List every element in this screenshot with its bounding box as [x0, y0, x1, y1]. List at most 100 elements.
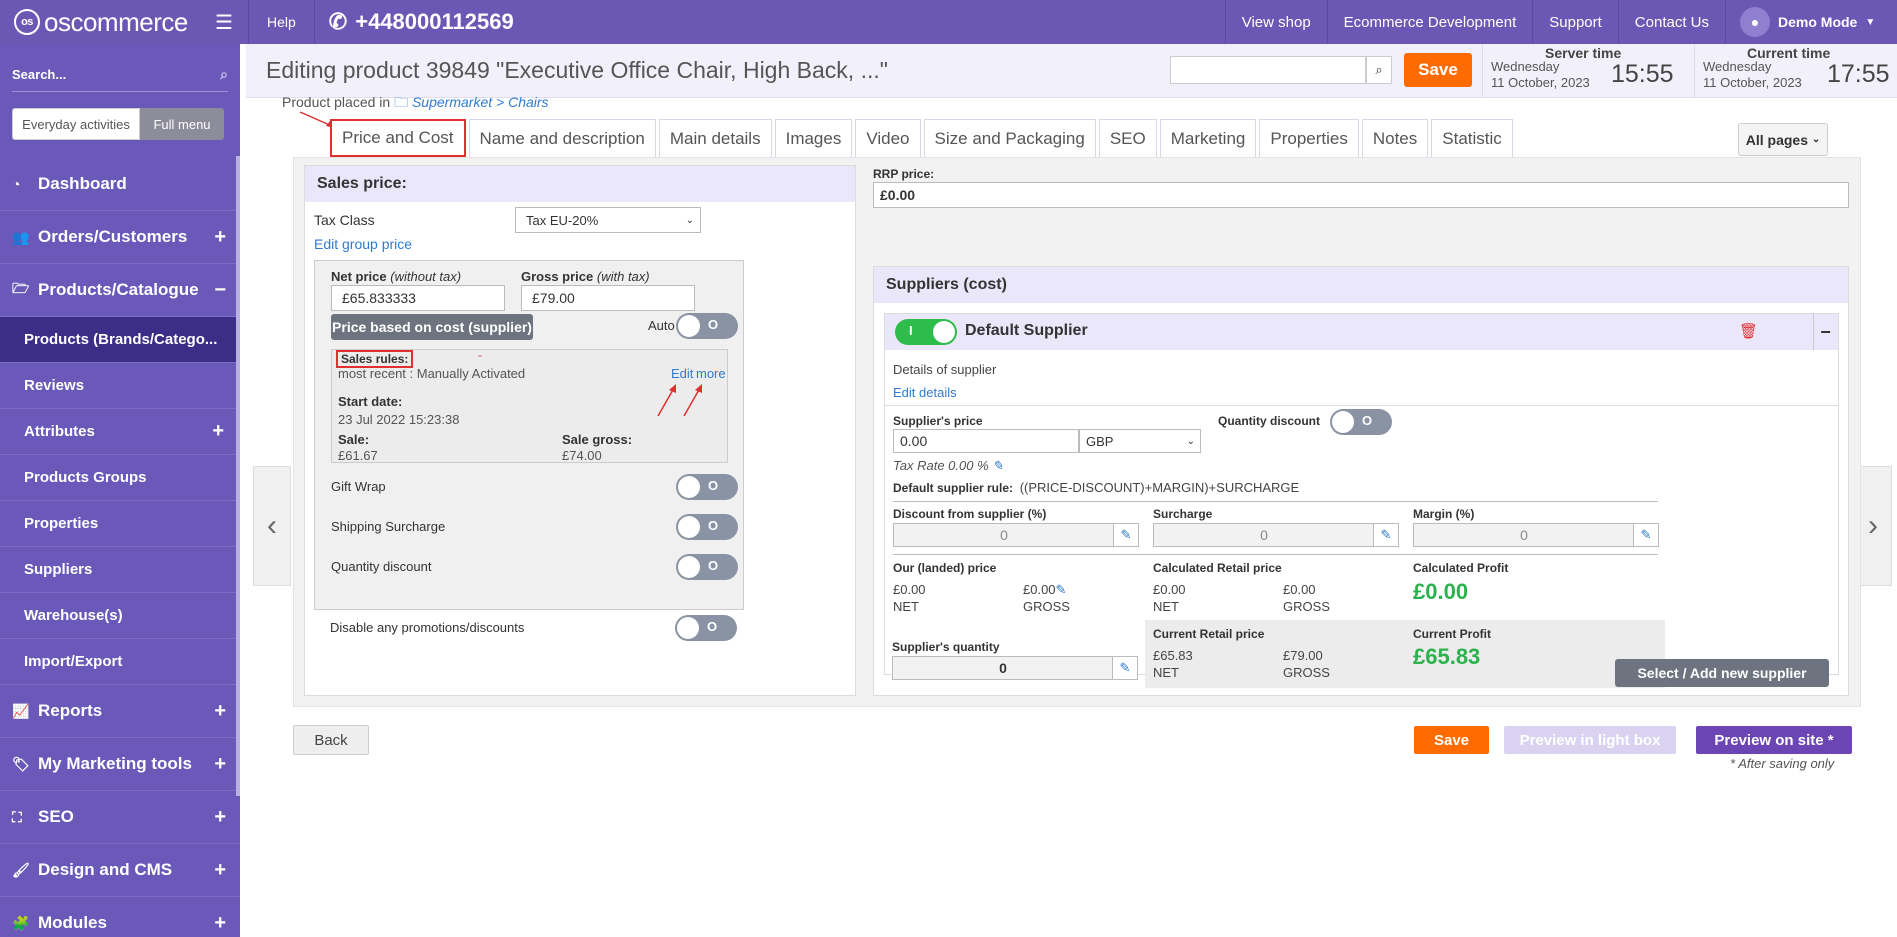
tab-size-and-packaging[interactable]: Size and Packaging	[923, 119, 1096, 157]
tab-marketing[interactable]: Marketing	[1159, 119, 1257, 157]
preview-lightbox-button[interactable]: Preview in light box	[1504, 726, 1676, 754]
supplier-active-toggle[interactable]: I	[895, 319, 957, 345]
toggle-knob	[678, 315, 700, 337]
current-profit-label: Current Profit	[1413, 627, 1491, 641]
edit-group-price-link[interactable]: Edit group price	[314, 236, 412, 252]
search-input[interactable]: Search...	[12, 67, 66, 82]
supplier-quantity-input[interactable]: 0	[892, 656, 1114, 680]
all-pages-dropdown[interactable]: All pages ⌄	[1738, 123, 1828, 156]
sidebar-scrollbar[interactable]	[236, 156, 240, 796]
sidebar-item-seo[interactable]: ⛶ SEO +	[0, 791, 240, 844]
pencil-icon[interactable]: ✎	[1113, 523, 1139, 547]
toggle-text: I	[909, 323, 913, 338]
sales-rules-recent: most recent : Manually Activated	[338, 366, 526, 381]
sidebar-item-dashboard[interactable]: ◔ Dashboard	[0, 158, 240, 211]
sidebar-item-products[interactable]: 🗁 Products/Catalogue −	[0, 264, 240, 317]
tab-name-and-description[interactable]: Name and description	[468, 119, 656, 157]
edit-details-link[interactable]: Edit details	[893, 385, 957, 400]
pencil-icon[interactable]: ✎	[1112, 656, 1138, 680]
select-add-supplier-button[interactable]: Select / Add new supplier	[1615, 659, 1829, 687]
search-icon[interactable]: ⌕	[1366, 56, 1392, 84]
pencil-icon[interactable]: ✎	[1056, 582, 1067, 597]
ecommerce-development-link[interactable]: Ecommerce Development	[1326, 0, 1533, 44]
auto-toggle[interactable]: O	[676, 313, 738, 339]
tab-statistic[interactable]: Statistic	[1431, 119, 1513, 157]
sidebar-subitem-products-brands[interactable]: Products (Brands/Catego...	[0, 317, 240, 363]
rrp-price-input[interactable]: £0.00	[873, 182, 1849, 208]
view-shop-link[interactable]: View shop	[1224, 0, 1327, 44]
tab-price-and-cost[interactable]: Price and Cost	[330, 119, 466, 157]
gift-wrap-toggle[interactable]: O	[676, 474, 738, 500]
tab-images[interactable]: Images	[774, 119, 853, 157]
pencil-icon[interactable]: ✎	[1633, 523, 1659, 547]
trash-icon[interactable]: 🗑	[1739, 322, 1758, 340]
preview-site-button[interactable]: Preview on site *	[1696, 726, 1852, 754]
sidebar-subitem-suppliers[interactable]: Suppliers	[0, 547, 240, 593]
shipping-surcharge-toggle[interactable]: O	[676, 514, 738, 540]
currency-select[interactable]: GBP ⌄	[1079, 429, 1201, 453]
breadcrumb-supermarket-link[interactable]: Supermarket	[412, 94, 492, 110]
price-based-on-cost-button[interactable]: Price based on cost (supplier)	[331, 314, 533, 340]
quantity-discount-toggle[interactable]: O	[676, 554, 738, 580]
gross-price-input[interactable]: £79.00	[521, 285, 695, 311]
logo[interactable]: os oscommerce	[0, 0, 200, 44]
current-time: 17:55	[1827, 60, 1890, 88]
quantity-discount-label: Quantity discount	[331, 559, 432, 574]
breadcrumb-chairs-link[interactable]: Chairs	[508, 94, 548, 110]
sidebar-search[interactable]: Search... ⌕	[12, 58, 228, 92]
supplier-quantity-discount-toggle[interactable]: O	[1330, 409, 1392, 435]
support-link[interactable]: Support	[1532, 0, 1618, 44]
supplier-name: Default Supplier	[965, 322, 1088, 339]
sidebar-subitem-reviews[interactable]: Reviews	[0, 363, 240, 409]
everyday-activities-button[interactable]: Everyday activities	[12, 108, 140, 140]
sidebar-subitem-attributes[interactable]: Attributes +	[0, 409, 240, 455]
disable-promotions-toggle[interactable]: O	[675, 615, 737, 641]
surcharge-input[interactable]: 0	[1153, 523, 1375, 547]
sidebar-subitem-import-export[interactable]: Import/Export	[0, 639, 240, 685]
price-box: Net price (without tax) £65.833333 Gross…	[314, 260, 744, 610]
margin-input[interactable]: 0	[1413, 523, 1635, 547]
prev-product-arrow-icon[interactable]: ‹	[253, 466, 291, 586]
tab-properties[interactable]: Properties	[1259, 119, 1359, 157]
footer-save-button[interactable]: Save	[1414, 726, 1489, 754]
tab-notes[interactable]: Notes	[1361, 119, 1429, 157]
more-rules-link[interactable]: more	[696, 366, 726, 381]
discount-input[interactable]: 0	[893, 523, 1115, 547]
sidebar-subitem-warehouses[interactable]: Warehouse(s)	[0, 593, 240, 639]
current-retail-net-label: NET	[1153, 665, 1179, 680]
net-price-input[interactable]: £65.833333	[331, 285, 505, 311]
sidebar-item-modules[interactable]: 🧩 Modules +	[0, 897, 240, 937]
tab-main-details[interactable]: Main details	[658, 119, 772, 157]
save-button[interactable]: Save	[1404, 53, 1472, 87]
search-icon[interactable]: ⌕	[220, 66, 228, 83]
sidebar-item-reports[interactable]: 📈 Reports +	[0, 685, 240, 738]
current-profit-value: £65.83	[1413, 644, 1481, 669]
full-menu-button[interactable]: Full menu	[140, 108, 224, 140]
tax-class-select[interactable]: Tax EU-20% ⌄	[515, 207, 701, 233]
help-link[interactable]: Help	[249, 14, 314, 30]
current-date: 11 October, 2023	[1703, 75, 1802, 90]
sidebar-item-orders[interactable]: 👥 Orders/Customers +	[0, 211, 240, 264]
user-menu[interactable]: ● Demo Mode ▼	[1725, 0, 1897, 44]
contact-us-link[interactable]: Contact Us	[1617, 0, 1725, 44]
back-button[interactable]: Back	[293, 725, 369, 755]
sidebar-item-marketing[interactable]: 🏷 My Marketing tools +	[0, 738, 240, 791]
sidebar-item-design[interactable]: 🖌 Design and CMS +	[0, 844, 240, 897]
phone-link[interactable]: ✆ +448000112569	[315, 9, 528, 35]
collapse-icon[interactable]: −	[1813, 314, 1837, 350]
sidebar-subitem-products-groups[interactable]: Products Groups	[0, 455, 240, 501]
calc-retail-label: Calculated Retail price	[1153, 561, 1282, 575]
pencil-icon[interactable]: ✎	[992, 458, 1003, 473]
tab-video[interactable]: Video	[855, 119, 921, 157]
product-search-input[interactable]	[1170, 56, 1366, 84]
brush-icon: 🖌	[12, 861, 30, 878]
sidebar-subitem-properties[interactable]: Properties	[0, 501, 240, 547]
toggle-knob	[678, 476, 700, 498]
edit-rule-link[interactable]: Edit	[671, 366, 693, 381]
tab-seo[interactable]: SEO	[1098, 119, 1157, 157]
hamburger-menu-icon[interactable]: ☰	[200, 0, 248, 44]
divider	[893, 554, 1658, 555]
supplier-price-input[interactable]: 0.00	[893, 429, 1079, 453]
chevron-down-icon: ⌄	[1186, 435, 1195, 447]
pencil-icon[interactable]: ✎	[1373, 523, 1399, 547]
